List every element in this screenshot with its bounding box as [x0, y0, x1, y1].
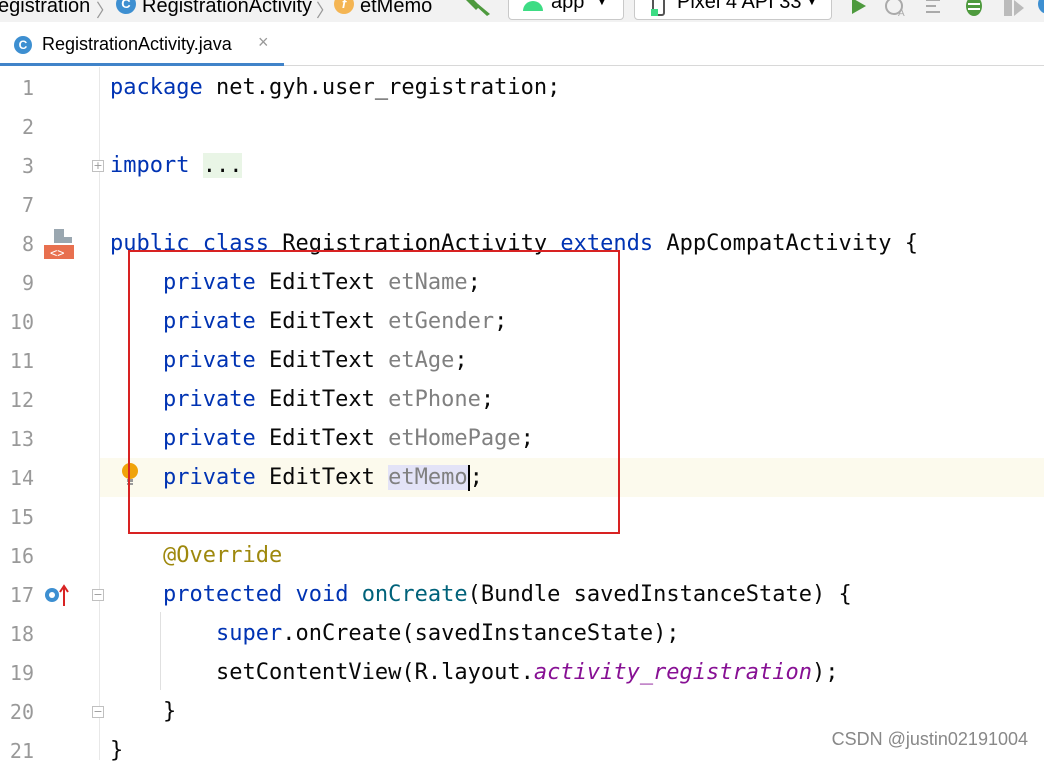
svg-text:<>: <> [50, 246, 64, 260]
attach-debugger-icon[interactable] [1038, 0, 1044, 14]
build-hammer-icon[interactable] [466, 0, 492, 16]
keyword: super [215, 621, 283, 646]
layout-name: activity_registration [533, 660, 813, 685]
set-content-call: setContentView(R.layout. [215, 660, 534, 685]
android-icon [523, 1, 543, 11]
apply-changes-icon[interactable]: A [884, 0, 910, 18]
code-line-17[interactable]: protected void onCreate(Bundle savedInst… [110, 581, 852, 609]
debug-bug-icon[interactable] [962, 0, 986, 18]
super-class: AppCompatActivity { [666, 231, 919, 256]
fold-collapse-icon[interactable]: − [92, 589, 104, 601]
device-dropdown[interactable]: Pixel 4 API 33 ▼ [634, 0, 832, 20]
package-name: net.gyh.user_registration; [202, 75, 561, 100]
svg-text:A: A [898, 8, 905, 18]
watermark: CSDN @justin02191004 [831, 729, 1028, 749]
line-number: 17 [9, 583, 34, 607]
line-number: 7 [21, 193, 34, 217]
tab-label: RegistrationActivity.java [42, 34, 232, 54]
phone-icon [651, 0, 665, 16]
chevron-down-icon: ▼ [805, 0, 819, 8]
editor-tab-bar: C RegistrationActivity.java × [0, 22, 1044, 66]
breadcrumb-separator: 〉 [316, 1, 334, 21]
class-icon: C [14, 36, 32, 54]
field-icon: f [334, 0, 354, 14]
closing-brace: } [110, 738, 124, 763]
breadcrumb-class[interactable]: RegistrationActivity [142, 0, 312, 18]
close-icon[interactable]: × [258, 32, 269, 53]
run-configuration-dropdown[interactable]: app ▼ [508, 0, 624, 20]
code-line-19[interactable]: setContentView(R.layout.activity_registr… [110, 659, 839, 687]
line-number: 13 [9, 427, 34, 451]
code-line-20[interactable]: } [110, 698, 176, 726]
folded-imports[interactable]: ... [202, 153, 243, 178]
profile-icon[interactable] [1002, 0, 1026, 18]
tab-registration-activity[interactable]: C RegistrationActivity.java × [0, 22, 284, 66]
line-number: 8 [21, 232, 34, 256]
fold-expand-icon[interactable]: + [92, 160, 104, 172]
device-label: Pixel 4 API 33 [677, 0, 802, 13]
keyword: import [110, 153, 190, 178]
super-call: .onCreate(savedInstanceState); [282, 621, 680, 646]
code-line-21[interactable]: } [110, 737, 123, 765]
breadcrumb-separator: 〉 [96, 1, 114, 21]
keyword: package [110, 75, 203, 100]
code-line-16[interactable]: @Override [110, 542, 282, 570]
line-number: 19 [9, 661, 34, 685]
line-number: 14 [9, 466, 34, 490]
line-number: 1 [21, 76, 34, 100]
class-icon: C [116, 0, 136, 14]
method-name: onCreate [361, 582, 468, 607]
line-number: 9 [21, 271, 34, 295]
highlight-box [128, 250, 620, 534]
line-number: 12 [9, 388, 34, 412]
line-number: 21 [9, 739, 34, 763]
line-number: 3 [21, 154, 34, 178]
keyword: void [295, 582, 349, 607]
apply-code-changes-icon[interactable] [924, 0, 948, 18]
chevron-down-icon: ▼ [595, 0, 609, 8]
line-number: 2 [21, 115, 34, 139]
breadcrumb-field[interactable]: etMemo [360, 0, 432, 18]
line-number: 11 [9, 349, 34, 373]
keyword: protected [162, 582, 283, 607]
overrides-method-icon[interactable] [44, 582, 72, 608]
code-line-18[interactable]: super.onCreate(savedInstanceState); [110, 620, 680, 648]
method-params: (Bundle savedInstanceState) { [467, 582, 852, 607]
navigation-bar: egistration 〉 C RegistrationActivity 〉 f… [0, 0, 1044, 22]
line-number: 16 [9, 544, 34, 568]
run-config-label: app [551, 0, 585, 13]
close-call: ); [812, 660, 839, 685]
code-line-3[interactable]: import ... [110, 152, 243, 180]
closing-brace: } [162, 699, 177, 724]
run-icon[interactable] [850, 0, 868, 16]
layout-file-icon[interactable]: <> [44, 229, 76, 261]
line-number: 18 [9, 622, 34, 646]
fold-collapse-icon[interactable]: − [92, 706, 104, 718]
line-number: 15 [9, 505, 34, 529]
annotation: @Override [162, 543, 283, 568]
line-number: 20 [9, 700, 34, 724]
breadcrumb-project[interactable]: egistration [0, 0, 90, 18]
line-number: 10 [9, 310, 34, 334]
code-line-1[interactable]: package net.gyh.user_registration; [110, 74, 560, 102]
